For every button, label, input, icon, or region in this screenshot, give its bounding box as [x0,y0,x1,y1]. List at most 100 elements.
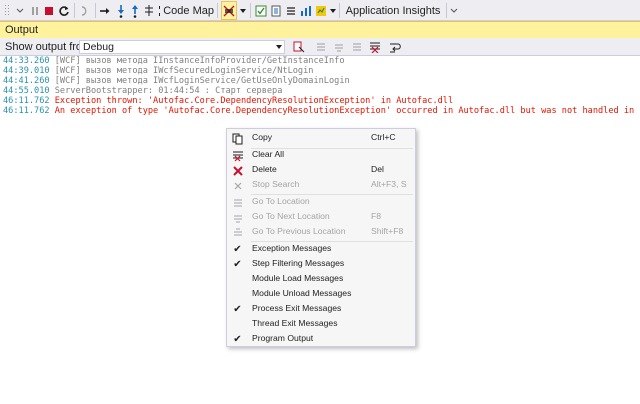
menu-item-label: Process Exit Messages [252,303,342,313]
break-all-icon[interactable] [28,0,42,21]
menu-item-module-load-messages[interactable]: Module Load Messages [227,272,415,287]
log-text: Exception thrown: 'Autofac.Core.Dependen… [49,96,454,106]
log-timestamp: 44:33.260 [3,56,50,66]
menu-item-go-to-location[interactable]: Go To Location [227,195,415,210]
checkbox-toggle-icon[interactable] [254,0,268,21]
log-line-error: 46:11.762 Exception thrown: 'Autofac.Cor… [3,96,453,106]
menu-item-shortcut: Del [371,164,384,174]
toolbar-overflow-icon[interactable] [12,0,28,21]
restart-icon[interactable] [56,0,72,21]
show-next-statement-icon[interactable] [78,0,92,21]
chart-icon[interactable] [298,0,314,21]
log-text: An exception of type 'Autofac.Core.Depen… [49,106,640,116]
checkmark-icon: ✔ [233,259,242,270]
step-over-icon[interactable] [128,0,142,21]
log-timestamp: 46:11.762 [3,96,50,106]
menu-item-label: Module Load Messages [252,273,344,283]
menu-item-module-unload-messages[interactable]: Module Unload Messages [227,287,415,302]
log-line: 44:39.010 [WCF] вызов метода IWcfSecured… [3,66,313,76]
log-timestamp: 46:11.762 [3,106,50,116]
log-text: [WCF] вызов метода IInstanceInfoProvider… [49,56,345,66]
menu-item-process-exit-messages[interactable]: ✔ Process Exit Messages [227,302,415,317]
menu-item-label: Thread Exit Messages [252,318,338,328]
log-text: [WCF] вызов метода IWcfSecuredLoginServi… [49,66,314,76]
output-context-menu: Copy Ctrl+C Clear All Delete Del Stop Se… [226,128,416,347]
diagnostics-dropdown-icon[interactable] [329,0,337,21]
output-source-dropdown[interactable]: Debug [79,40,285,54]
menu-item-shortcut: Alt+F3, S [371,179,407,189]
menu-item-label: Step Filtering Messages [252,258,345,268]
menu-item-copy[interactable]: Copy Ctrl+C [227,131,415,146]
menu-item-shortcut: Shift+F8 [371,226,404,236]
menu-item-label: Copy [252,132,273,142]
menu-item-shortcut: Ctrl+C [371,132,396,142]
log-line: 44:41.260 [WCF] вызов метода IWcfLoginSe… [3,76,350,86]
clear-all-icon [231,149,244,162]
output-window-title-bar[interactable]: Output [0,21,640,38]
go-to-location-icon [231,196,244,209]
menu-item-step-filtering-messages[interactable]: ✔ Step Filtering Messages [227,257,415,272]
log-text: [WCF] вызов метода IWcfLoginService/GetU… [49,76,350,86]
log-text: ServerBootstrapper: 01:44:54 : Старт сер… [49,86,283,96]
go-to-previous-location-icon [231,226,244,239]
find-message-in-code-icon[interactable] [292,40,306,54]
delete-icon [231,164,244,177]
clear-all-output-icon[interactable] [350,40,364,54]
menu-item-label: Exception Messages [252,243,332,253]
stop-debugging-icon[interactable] [42,0,56,21]
code-map-button[interactable]: Code Map [158,0,214,21]
toggle-word-wrap-icon[interactable] [388,40,402,54]
go-to-previous-message-icon[interactable] [314,40,328,54]
output-source-value: Debug [83,41,114,53]
stop-search-icon [231,179,244,192]
list-icon[interactable] [284,0,298,21]
log-timestamp: 44:55.010 [3,86,50,96]
output-window-title: Output [5,24,39,36]
application-insights-button[interactable]: Application Insights [343,0,443,21]
step-into-icon[interactable] [114,0,128,21]
step-into-arrow-icon[interactable] [98,0,112,21]
document-icon[interactable] [269,0,283,21]
checkmark-icon: ✔ [233,244,242,255]
menu-item-label: Go To Next Location [252,211,330,221]
toolbar-overflow-end-icon[interactable] [449,0,459,21]
dropdown-arrow-icon[interactable] [238,0,248,21]
menu-item-go-to-next-location[interactable]: Go To Next Location F8 [227,210,415,225]
code-map-label: Code Map [163,4,214,17]
menu-item-label: Stop Search [252,179,300,189]
menu-item-label: Program Output [252,333,314,343]
menu-item-thread-exit-messages[interactable]: Thread Exit Messages [227,317,415,332]
menu-item-shortcut: F8 [371,211,382,221]
menu-item-label: Clear All [252,149,284,159]
menu-item-exception-messages[interactable]: ✔ Exception Messages [227,242,415,257]
output-toolbar: Show output from: Debug [0,38,640,56]
log-timestamp: 44:39.010 [3,66,50,76]
chevron-down-icon [276,45,282,49]
log-line-error: 46:11.762 An exception of type 'Autofac.… [3,106,640,116]
log-line: 44:55.010 ServerBootstrapper: 01:44:54 :… [3,86,282,96]
menu-item-go-to-previous-location[interactable]: Go To Previous Location Shift+F8 [227,225,415,240]
diagnostics-icon[interactable] [314,0,328,21]
clear-all-icon[interactable] [368,40,382,54]
log-line: 44:33.260 [WCF] вызов метода IInstanceIn… [3,56,345,66]
checkmark-icon: ✔ [233,304,242,315]
go-to-next-location-icon [231,211,244,224]
menu-item-label: Go To Previous Location [252,226,346,236]
go-to-next-message-icon[interactable] [332,40,346,54]
toolbar-grip-icon [2,0,12,21]
menu-item-program-output[interactable]: ✔ Program Output [227,332,415,347]
menu-item-clear-all[interactable]: Clear All [227,148,415,163]
menu-item-label: Go To Location [252,196,310,206]
checkmark-icon: ✔ [233,334,242,345]
application-insights-label: Application Insights [345,4,441,17]
code-map-icon [159,5,161,16]
step-out-icon[interactable] [142,0,156,21]
menu-item-label: Delete [252,164,277,174]
menu-item-delete[interactable]: Delete Del [227,163,415,178]
debug-toolbar: Code Map Application Insights [0,0,640,21]
log-timestamp: 44:41.260 [3,76,50,86]
menu-item-label: Module Unload Messages [252,288,352,298]
exception-settings-icon[interactable] [221,1,237,20]
menu-item-stop-search[interactable]: Stop Search Alt+F3, S [227,178,415,193]
copy-icon [231,132,244,145]
